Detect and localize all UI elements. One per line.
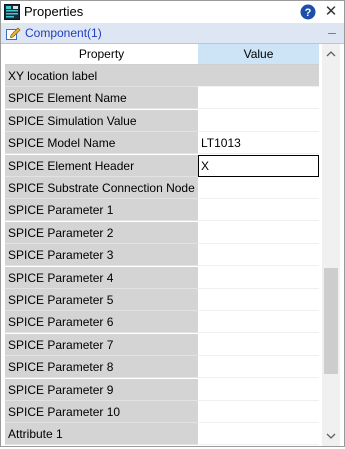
property-row[interactable]: SPICE Element Header X [5,154,319,177]
property-value-cell[interactable] [198,378,319,401]
collapse-icon[interactable]: – [325,23,339,41]
property-value-input[interactable]: X [198,154,319,177]
property-value-cell[interactable] [198,221,319,244]
property-name-cell[interactable]: SPICE Parameter 7 [5,333,198,356]
property-value-cell[interactable] [198,109,319,132]
property-name-cell[interactable]: SPICE Parameter 4 [5,266,198,289]
property-name-cell[interactable]: SPICE Parameter 9 [5,378,198,401]
property-value-cell[interactable] [198,65,319,87]
edit-component-icon [5,25,21,41]
chevron-down-icon[interactable] [322,426,340,446]
svg-text:?: ? [305,7,312,19]
property-row[interactable]: SPICE Parameter 2 [5,221,319,244]
window-title: Properties [24,4,84,19]
title-bar: Properties ? ✕ [1,1,344,23]
component-header[interactable]: Component(1) – [1,23,344,44]
help-icon[interactable]: ? [300,4,316,20]
property-row[interactable]: SPICE Parameter 9 [5,378,319,401]
property-value-cell[interactable] [198,311,319,334]
property-value-cell[interactable] [198,333,319,356]
property-name-cell[interactable]: SPICE Parameter 1 [5,199,198,222]
property-name-cell[interactable]: SPICE Parameter 3 [5,244,198,267]
property-row[interactable]: SPICE Parameter 4 [5,266,319,289]
property-grid: Property Value XY location label SPICE El… [5,44,319,446]
property-name-cell[interactable]: SPICE Model Name [5,132,198,155]
property-column-header[interactable]: Property [5,44,198,65]
property-name-cell[interactable]: Attribute 1 [5,423,198,446]
properties-app-icon [4,4,20,20]
property-row[interactable]: SPICE Simulation Value [5,109,319,132]
property-row[interactable]: SPICE Parameter 8 [5,356,319,379]
property-row[interactable]: SPICE Substrate Connection Node [5,177,319,199]
property-name-cell[interactable]: SPICE Parameter 10 [5,401,198,423]
property-value-cell[interactable] [198,244,319,267]
property-value-cell[interactable] [198,356,319,379]
property-name-cell[interactable]: SPICE Parameter 2 [5,221,198,244]
value-column-header[interactable]: Value [198,44,319,65]
property-name-cell[interactable]: SPICE Parameter 6 [5,311,198,334]
property-name-cell[interactable]: SPICE Parameter 5 [5,289,198,311]
component-label: Component(1) [25,26,102,40]
property-row[interactable]: SPICE Model Name LT1013 [5,132,319,155]
property-name-cell[interactable]: SPICE Parameter 8 [5,356,198,379]
property-row[interactable]: XY location label [5,65,319,87]
property-value-cell[interactable]: LT1013 [198,132,319,155]
property-row[interactable]: SPICE Parameter 1 [5,199,319,222]
property-row[interactable]: SPICE Parameter 6 [5,311,319,334]
property-name-cell[interactable]: SPICE Element Name [5,87,198,110]
property-name-cell[interactable]: SPICE Element Header [5,154,198,177]
property-row[interactable]: SPICE Element Name [5,87,319,110]
property-value-cell[interactable] [198,199,319,222]
vertical-scrollbar[interactable] [322,44,340,446]
property-row[interactable]: SPICE Parameter 10 [5,401,319,423]
property-row[interactable]: SPICE Parameter 7 [5,333,319,356]
property-value-cell[interactable] [198,87,319,110]
close-icon[interactable]: ✕ [323,4,339,20]
property-value-cell[interactable] [198,423,319,446]
property-row[interactable]: Attribute 1 [5,423,319,446]
property-value-cell[interactable] [198,177,319,199]
property-value-cell[interactable] [198,266,319,289]
property-name-cell[interactable]: SPICE Substrate Connection Node [5,177,198,199]
chevron-up-icon[interactable] [322,44,340,64]
scrollbar-thumb[interactable] [324,268,338,374]
property-name-cell[interactable]: XY location label [5,65,198,87]
property-row[interactable]: SPICE Parameter 5 [5,289,319,311]
property-value-cell[interactable] [198,401,319,423]
properties-window: Properties ? ✕ Component(1) – Property V… [0,0,345,447]
property-value-cell[interactable] [198,289,319,311]
property-row[interactable]: SPICE Parameter 3 [5,244,319,267]
property-name-cell[interactable]: SPICE Simulation Value [5,109,198,132]
